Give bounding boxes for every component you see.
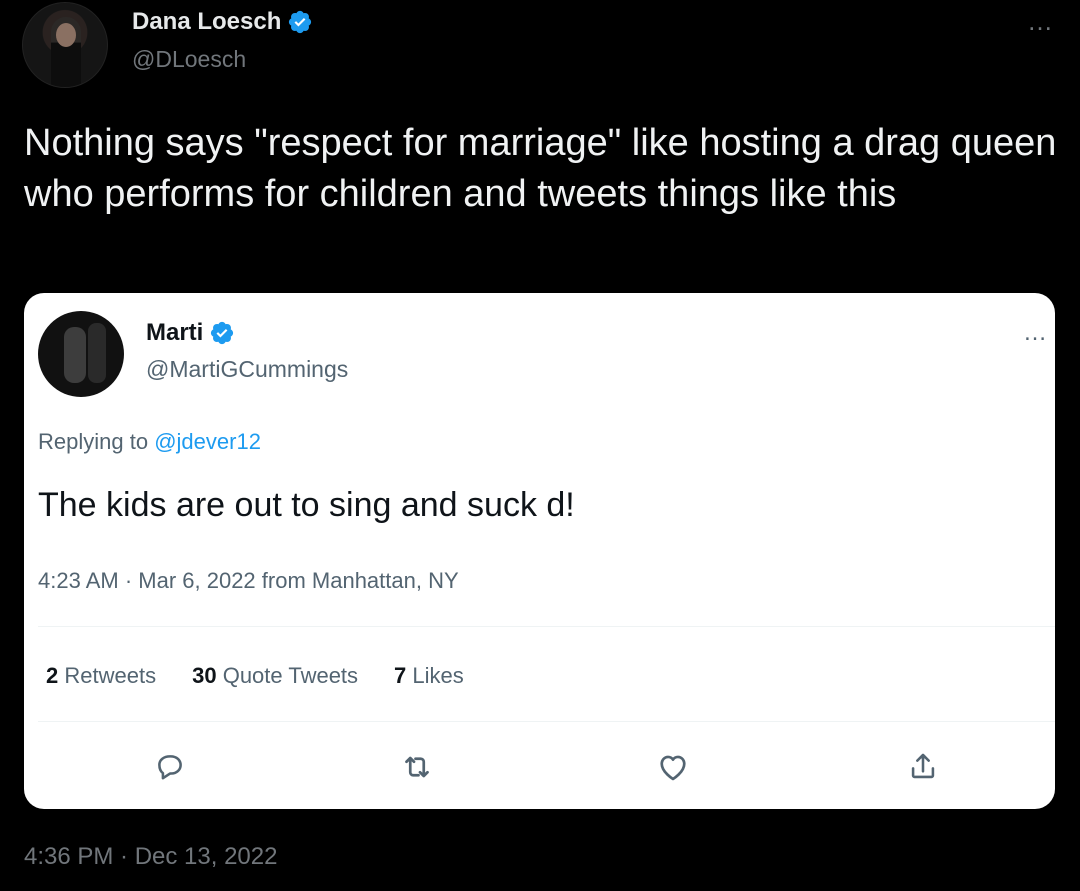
tweet-text: Nothing says "respect for marriage" like…: [24, 122, 1057, 215]
replying-to-link[interactable]: @jdever12: [154, 429, 261, 454]
quote-tweets-stat[interactable]: 30 Quote Tweets: [192, 663, 358, 689]
replying-to: Replying to @jdever12: [38, 429, 261, 455]
retweets-stat[interactable]: 2 Retweets: [46, 663, 156, 689]
quoted-author-name[interactable]: Marti: [146, 319, 203, 347]
action-bar: [24, 741, 1055, 791]
divider: [38, 721, 1055, 722]
quoted-avatar[interactable]: [38, 311, 124, 397]
divider: [38, 626, 1055, 627]
more-icon[interactable]: …: [1023, 319, 1047, 347]
author-name-row[interactable]: Dana Loesch: [132, 8, 313, 36]
verified-badge-icon: [289, 10, 312, 34]
replying-prefix: Replying to: [38, 429, 149, 454]
likes-stat[interactable]: 7 Likes: [394, 663, 464, 689]
engagement-stats: 2 Retweets 30 Quote Tweets 7 Likes: [46, 663, 464, 689]
retweet-icon: [405, 756, 429, 778]
share-button[interactable]: [905, 749, 941, 785]
author-name[interactable]: Dana Loesch: [132, 8, 281, 36]
author-handle[interactable]: @DLoesch: [132, 46, 246, 73]
quoted-author-handle[interactable]: @MartiGCummings: [146, 356, 348, 383]
verified-badge-icon: [211, 321, 234, 345]
quoted-tweet-card[interactable]: Marti @MartiGCummings … Replying to @jde…: [24, 293, 1055, 809]
retweet-button[interactable]: [399, 749, 435, 785]
reply-button[interactable]: [152, 749, 188, 785]
reply-icon: [158, 755, 182, 780]
tweet-timestamp[interactable]: 4:36 PM · Dec 13, 2022: [24, 843, 277, 871]
quoted-tweet-meta[interactable]: 4:23 AM · Mar 6, 2022 from Manhattan, NY: [38, 568, 459, 594]
more-icon[interactable]: …: [1027, 6, 1054, 37]
like-icon: [660, 755, 686, 781]
avatar[interactable]: [22, 2, 108, 88]
like-button[interactable]: [655, 749, 691, 785]
quoted-tweet-text: The kids are out to sing and suck d!: [38, 486, 575, 524]
share-icon: [911, 753, 935, 779]
quoted-author-name-row[interactable]: Marti: [146, 319, 235, 347]
